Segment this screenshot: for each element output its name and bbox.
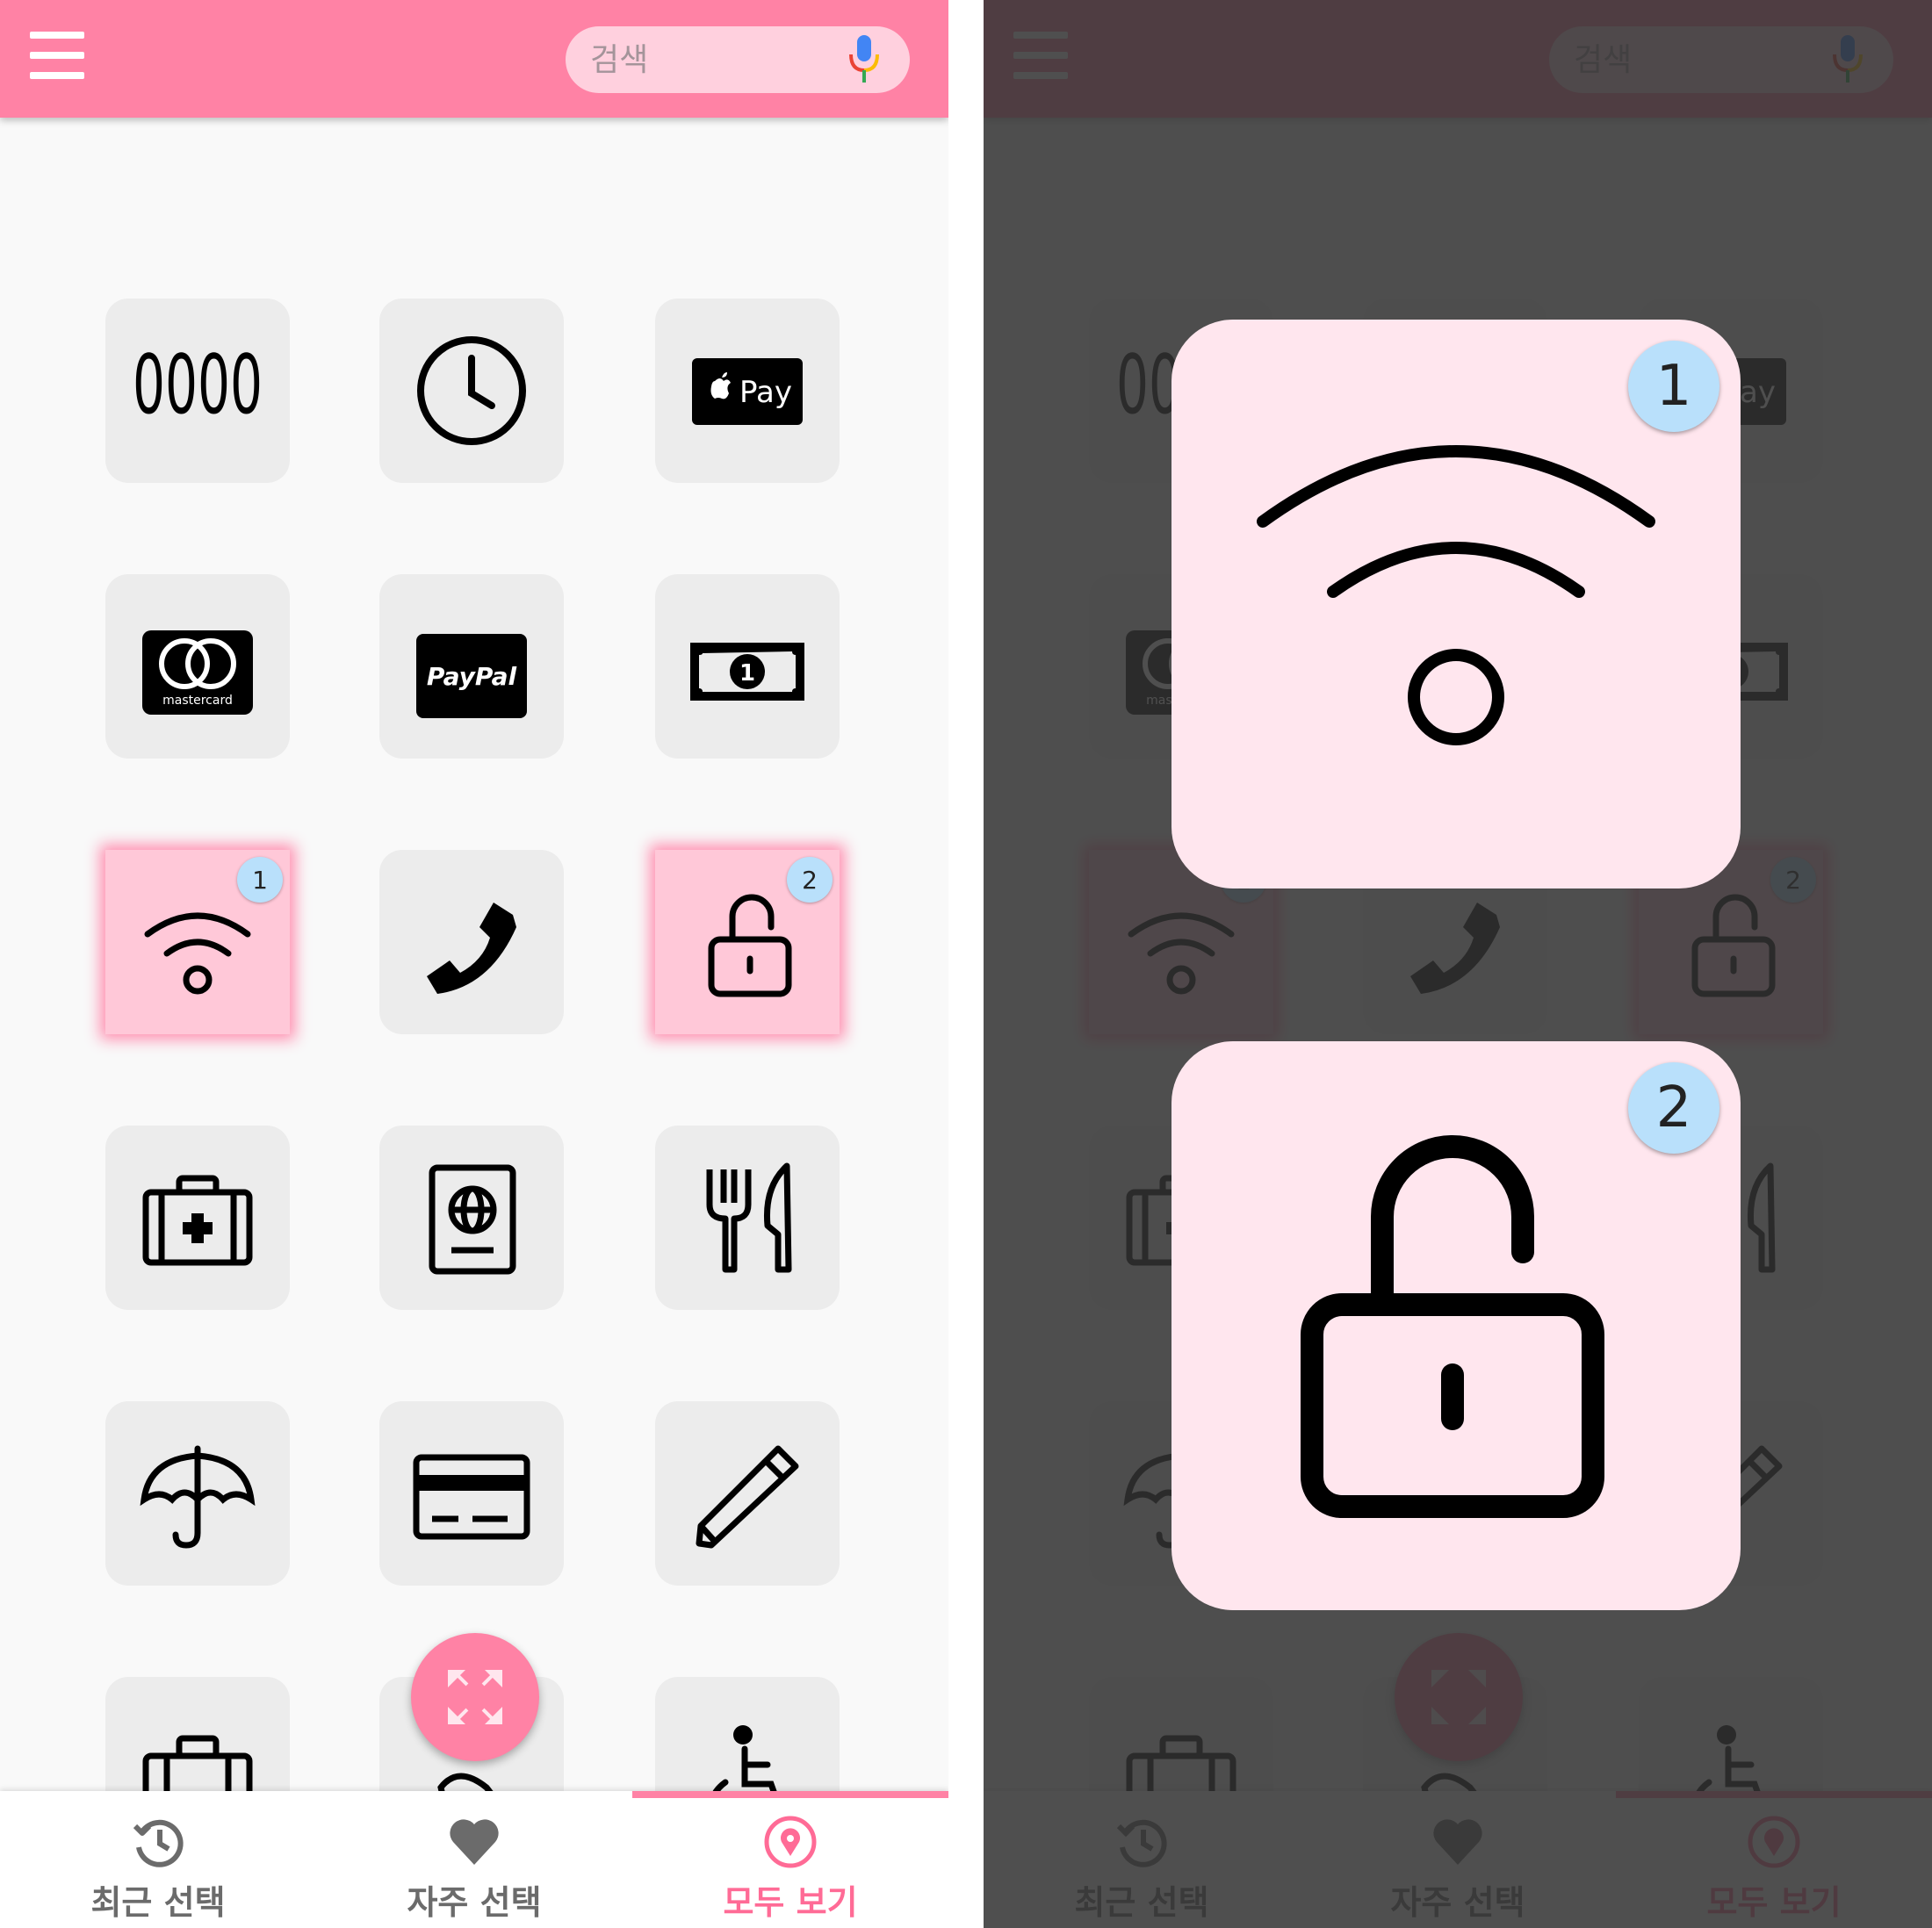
unlock-icon (1301, 1135, 1604, 1518)
icon-grid: 0000000000PaymastercardPayPal112 (0, 0, 948, 1861)
umbrella-icon (140, 1445, 256, 1549)
icon-tile-pencil[interactable] (655, 1401, 840, 1586)
mastercard-icon: mastercard (142, 630, 253, 715)
icon-tile-fork-knife[interactable] (655, 1126, 840, 1310)
preview-card-2[interactable]: 2 (1171, 1041, 1741, 1610)
banknote-icon: 1 (690, 643, 804, 701)
selection-order-badge: 2 (787, 857, 833, 903)
icon-tile-paypal[interactable]: PayPal (379, 574, 564, 759)
passport-icon (429, 1164, 516, 1275)
clock-icon (417, 336, 526, 445)
svg-text:0000: 0000 (133, 337, 263, 432)
location-pin-icon (764, 1816, 817, 1868)
icon-tile-mastercard[interactable]: mastercard (105, 574, 290, 759)
icon-tile-phone[interactable] (379, 850, 564, 1034)
fork-knife-icon (706, 1162, 792, 1273)
tab-frequent[interactable]: 자주 선택 (316, 1791, 632, 1928)
selection-order-badge: 1 (1628, 341, 1719, 432)
apple-pay-icon: Pay (692, 358, 803, 425)
search-input[interactable] (590, 35, 836, 84)
history-icon (133, 1819, 184, 1867)
phone-icon (427, 903, 516, 994)
first-aid-kit-icon (142, 1175, 253, 1266)
tab-frequent-label: 자주 선택 (407, 1883, 542, 1922)
zero-label: 0000 (133, 337, 263, 432)
icon-tile-wifi[interactable]: 1 (105, 850, 290, 1034)
credit-card-icon (413, 1454, 530, 1540)
hamburger-menu-icon[interactable] (30, 32, 84, 79)
mic-icon[interactable] (845, 33, 883, 86)
tab-recent[interactable]: 최근 선택 (0, 1791, 316, 1928)
svg-text:1: 1 (739, 660, 755, 687)
icon-tile-first-aid-kit[interactable] (105, 1126, 290, 1310)
svg-text:PayPal: PayPal (427, 662, 517, 691)
screenshot-stage: 0000000000PaymastercardPayPal112 (0, 0, 1932, 1928)
icon-tile-banknote[interactable]: 1 (655, 574, 840, 759)
selection-order-badge: 1 (237, 857, 283, 903)
icon-tile-unlock[interactable]: 2 (655, 850, 840, 1034)
icon-tile-zero-4[interactable]: 0000 (105, 299, 290, 483)
icon-tile-credit-card[interactable] (379, 1401, 564, 1586)
pencil-icon (696, 1445, 799, 1549)
phone-screen-normal: 0000000000PaymastercardPayPal112 (0, 0, 948, 1928)
bottom-navigation: 최근 선택 자주 선택 모두 보기 (0, 1791, 948, 1928)
icon-tile-clock[interactable] (379, 299, 564, 483)
svg-text:Pay: Pay (739, 375, 792, 410)
heart-icon (450, 1819, 499, 1865)
tab-all-label: 모두 보기 (723, 1883, 858, 1922)
search-bar[interactable] (566, 26, 910, 93)
dim-overlay[interactable] (984, 0, 1932, 1928)
wifi-icon (1257, 445, 1655, 745)
preview-card-1[interactable]: 1 (1171, 320, 1741, 888)
paypal-icon: PayPal (416, 634, 527, 718)
icon-tile-apple-pay[interactable]: Pay (655, 299, 840, 483)
icon-tile-umbrella[interactable] (105, 1401, 290, 1586)
tab-all[interactable]: 모두 보기 (632, 1791, 948, 1928)
icon-tile-passport[interactable] (379, 1126, 564, 1310)
app-bar (0, 0, 948, 118)
fullscreen-button[interactable] (411, 1633, 539, 1761)
tab-recent-label: 최근 선택 (90, 1883, 226, 1922)
selection-order-badge: 2 (1628, 1062, 1719, 1154)
expand-icon (448, 1670, 502, 1724)
svg-text:mastercard: mastercard (162, 694, 233, 708)
phone-screen-preview: 0000000000PaymastercardPayPal112 (984, 0, 1932, 1928)
